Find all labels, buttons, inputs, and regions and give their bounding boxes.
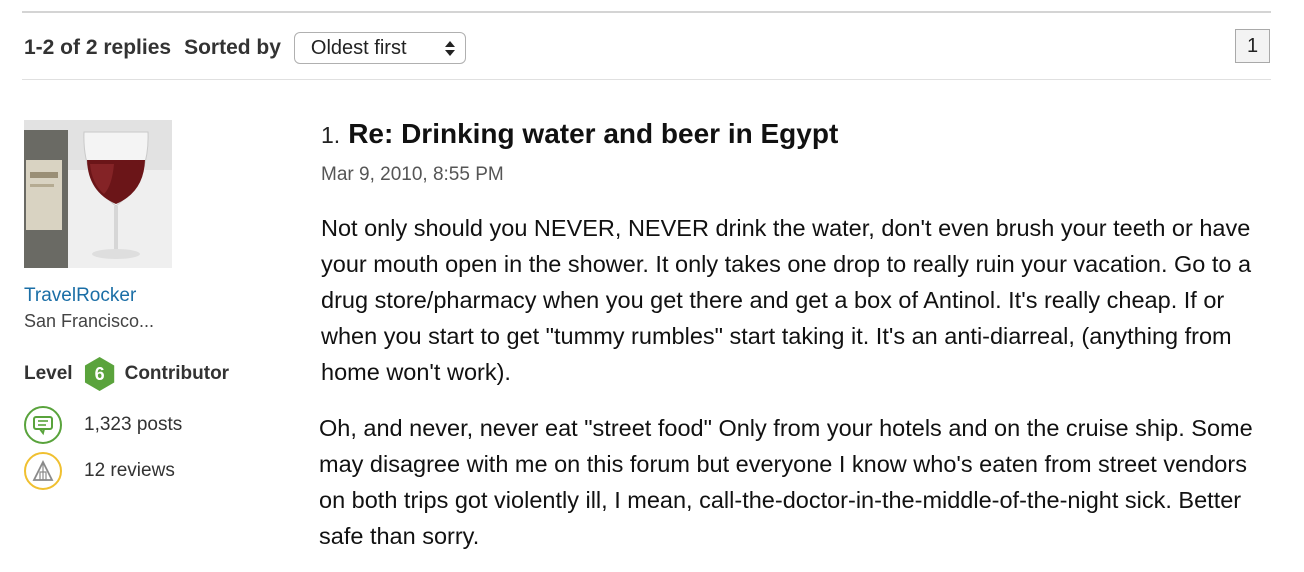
sort-order-value: Oldest first [310,36,407,59]
post-paragraph: Not only should you NEVER, NEVER drink t… [321,215,1252,385]
top-divider [22,11,1271,13]
reviews-count: 12 reviews [84,460,175,481]
post-header: 1. Re: Drinking water and beer in Egypt [321,118,838,150]
post-title-link[interactable]: Re: Drinking water and beer in Egypt [348,118,838,150]
posts-count: 1,323 posts [84,414,183,435]
level-title: Contributor [124,363,230,384]
sort-order-select[interactable]: Oldest first [293,32,466,64]
sorted-by-label: Sorted by [184,36,281,59]
speech-bubble-icon [24,406,62,444]
post-paragraph: Oh, and never, never eat "street food" O… [319,415,1253,549]
post-number: 1. [321,122,341,148]
level-badge: 6 [84,357,115,391]
posts-stat: 1,323 posts [24,406,182,444]
user-avatar[interactable] [24,120,172,268]
reply-count: 1-2 of 2 replies [24,36,172,59]
replies-toolbar: 1-2 of 2 replies Sorted by Oldest first [24,30,466,66]
author-level: Level 6 Contributor [24,354,229,394]
wine-glass-photo-icon [24,120,172,268]
toolbar-divider [22,79,1271,80]
select-arrows-icon [444,40,455,56]
author-username-link[interactable]: TravelRocker [24,285,136,307]
reviews-stat: 12 reviews [24,452,175,490]
level-label: Level [24,363,73,384]
post-date: Mar 9, 2010, 8:55 PM [321,164,504,185]
pyramid-icon [24,452,62,490]
page-number-button[interactable]: 1 [1235,29,1270,63]
author-location: San Francisco... [24,311,155,331]
